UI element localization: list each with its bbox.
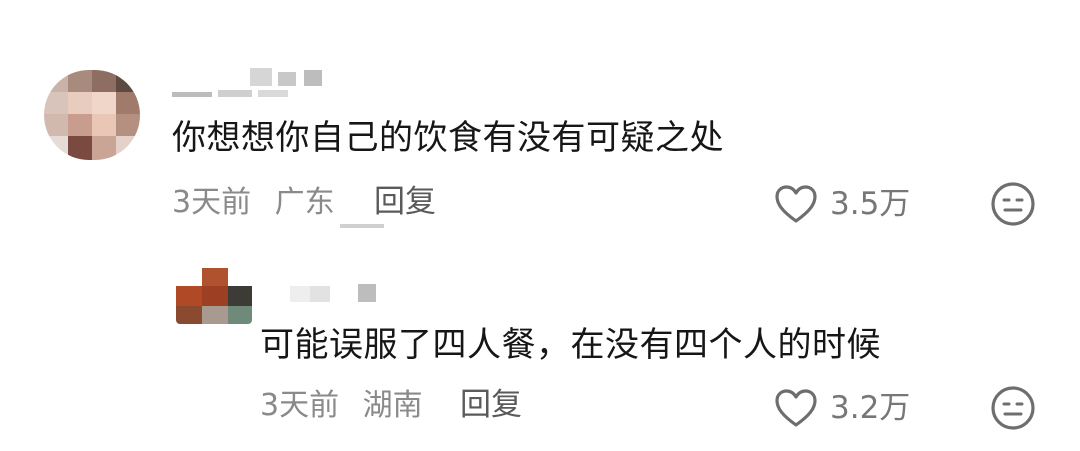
dislike-button[interactable] <box>990 181 1036 231</box>
avatar[interactable] <box>44 70 140 160</box>
like-count: 3.5万 <box>830 185 911 222</box>
comment-date: 3天前 <box>260 388 340 423</box>
neutral-face-icon <box>991 182 1035 226</box>
like-button[interactable]: 3.2万 <box>774 388 910 428</box>
like-count: 3.2万 <box>830 389 911 426</box>
comment-thread: 你想想你自己的饮食有没有可疑之处 3天前 广东 回复 3.5万 可能误服了四人餐… <box>0 0 1080 451</box>
comment-meta: 3天前 广东 <box>172 188 335 218</box>
comment-location: 湖南 <box>362 388 423 423</box>
reply-button[interactable]: 回复 <box>374 187 436 218</box>
comment-text: 你想想你自己的饮食有没有可疑之处 <box>172 118 724 158</box>
comment-text: 可能误服了四人餐，在没有四个人的时候 <box>260 325 881 365</box>
like-button[interactable]: 3.5万 <box>774 184 910 224</box>
username[interactable] <box>290 284 380 304</box>
username[interactable] <box>172 68 322 100</box>
dislike-button[interactable] <box>990 385 1036 435</box>
neutral-face-icon <box>991 386 1035 430</box>
avatar[interactable] <box>176 268 252 324</box>
comment-location: 广东 <box>274 185 335 220</box>
heart-outline-icon <box>775 389 817 427</box>
comment-meta: 3天前 湖南 <box>260 391 423 421</box>
reply-button[interactable]: 回复 <box>460 390 522 421</box>
redaction-mark <box>340 224 384 228</box>
heart-outline-icon <box>775 185 817 223</box>
comment-date: 3天前 <box>172 185 252 220</box>
